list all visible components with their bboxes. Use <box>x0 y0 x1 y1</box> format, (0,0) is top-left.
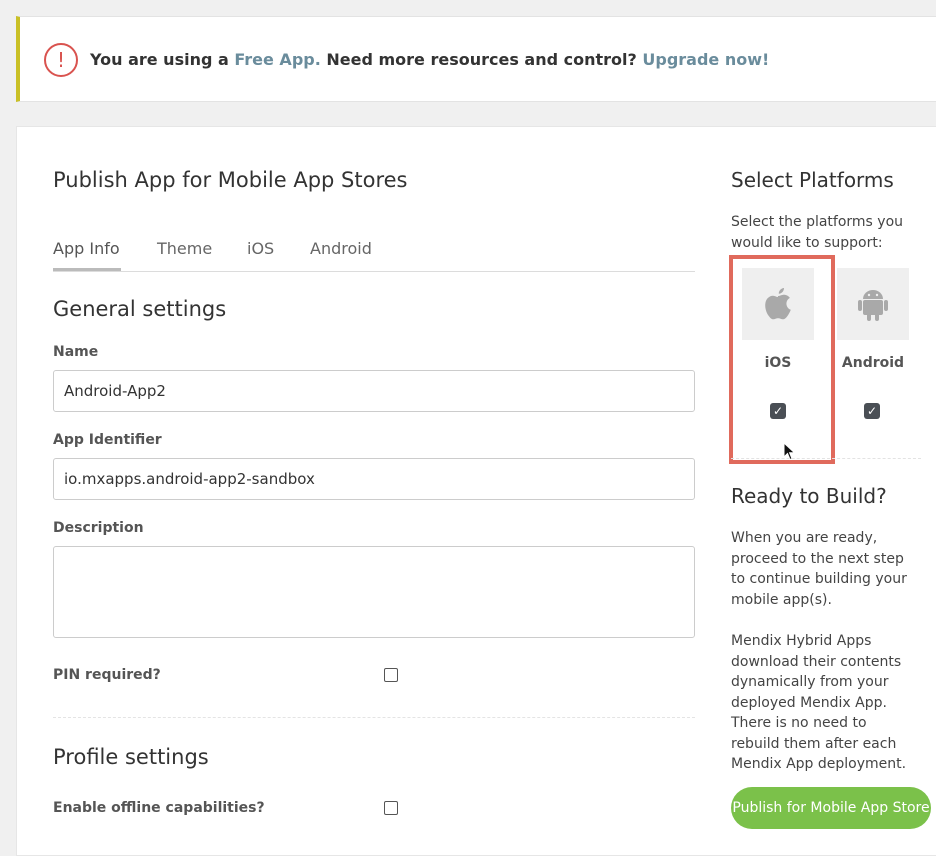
tab-ios[interactable]: iOS <box>247 239 274 258</box>
upgrade-banner: ! You are using a Free App. Need more re… <box>16 16 936 102</box>
publish-button[interactable]: Publish for Mobile App Store <box>731 787 931 829</box>
description-label: Description <box>53 520 144 536</box>
ios-highlight-box <box>729 255 835 464</box>
hybrid-apps-text: Mendix Hybrid Apps download their conten… <box>731 633 907 772</box>
banner-message: You are using a Free App. Need more reso… <box>90 50 769 69</box>
ready-to-build-heading: Ready to Build? <box>731 484 887 508</box>
select-platforms-heading: Select Platforms <box>731 168 894 192</box>
alert-circle-icon: ! <box>44 43 78 77</box>
select-platforms-description: Select the platforms you would like to s… <box>731 214 904 251</box>
profile-settings-heading: Profile settings <box>53 745 209 769</box>
tab-bar: App Info Theme iOS Android <box>53 236 695 272</box>
upgrade-now-link[interactable]: Upgrade now! <box>642 50 769 69</box>
android-platform-checkbox[interactable]: ✓ <box>864 403 880 419</box>
app-identifier-label: App Identifier <box>53 432 162 448</box>
pin-required-checkbox[interactable] <box>384 668 398 682</box>
sidebar-divider <box>731 458 921 459</box>
tab-android[interactable]: Android <box>310 239 372 258</box>
android-platform-label: Android <box>841 355 905 371</box>
tab-theme[interactable]: Theme <box>157 239 212 258</box>
offline-capabilities-label: Enable offline capabilities? <box>53 800 265 816</box>
name-input[interactable]: Android-App2 <box>53 370 695 412</box>
pin-required-label: PIN required? <box>53 667 161 683</box>
ready-to-build-text: When you are ready, proceed to the next … <box>731 530 907 608</box>
general-settings-heading: General settings <box>53 297 227 321</box>
banner-middle: Need more resources and control? <box>320 50 643 69</box>
section-divider <box>53 717 695 718</box>
page-title: Publish App for Mobile App Stores <box>53 168 408 192</box>
android-platform-tile[interactable] <box>837 268 909 340</box>
tab-app-info[interactable]: App Info <box>53 239 120 258</box>
app-identifier-input[interactable]: io.mxapps.android-app2-sandbox <box>53 458 695 500</box>
description-textarea[interactable] <box>53 546 695 638</box>
name-label: Name <box>53 344 99 360</box>
free-app-link[interactable]: Free App. <box>234 50 320 69</box>
android-icon <box>858 290 888 321</box>
banner-prefix: You are using a <box>90 50 235 69</box>
mouse-pointer-icon <box>783 442 796 461</box>
active-tab-indicator <box>53 268 121 271</box>
offline-capabilities-checkbox[interactable] <box>384 801 398 815</box>
